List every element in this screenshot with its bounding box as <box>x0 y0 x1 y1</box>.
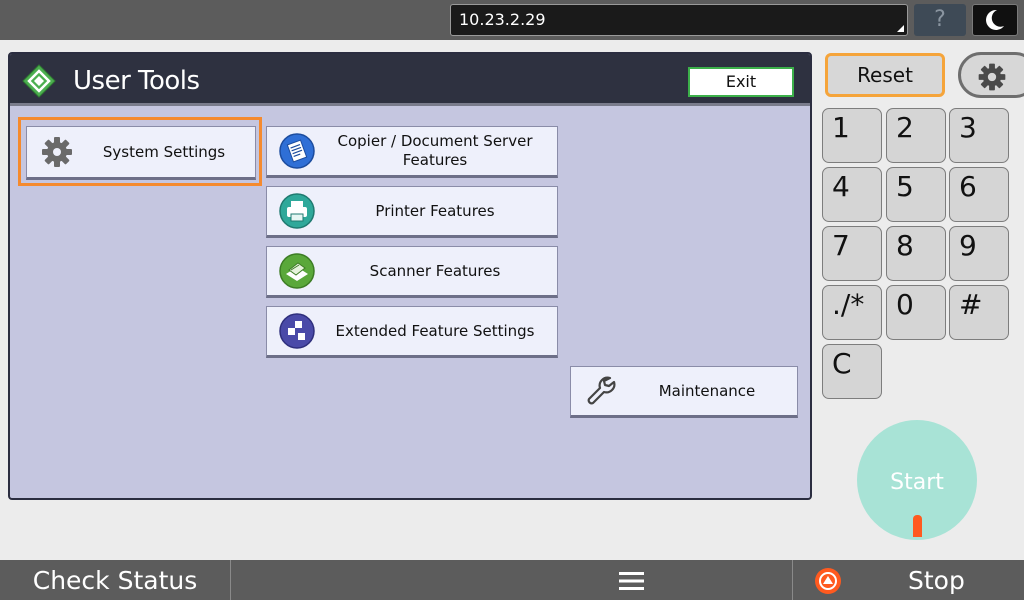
bottom-bar: Check Status Stop <box>0 560 1024 600</box>
key-6[interactable]: 6 <box>949 167 1009 222</box>
reset-button[interactable]: Reset <box>825 53 945 97</box>
start-indicator <box>913 515 922 537</box>
copier-label-line2: Features <box>402 151 468 169</box>
key-8[interactable]: 8 <box>886 226 946 281</box>
start-button[interactable]: Start <box>857 420 977 540</box>
copier-label-line1: Copier / Document Server <box>337 132 533 150</box>
scanner-icon <box>279 253 315 289</box>
key-dot-star[interactable]: ./* <box>822 285 882 340</box>
key-9[interactable]: 9 <box>949 226 1009 281</box>
panel-header: User Tools Exit <box>10 54 810 106</box>
stop-label: Stop <box>908 566 965 595</box>
key-2[interactable]: 2 <box>886 108 946 163</box>
key-5[interactable]: 5 <box>886 167 946 222</box>
key-1[interactable]: 1 <box>822 108 882 163</box>
moon-icon <box>986 9 1004 30</box>
selection-highlight <box>18 117 262 186</box>
printer-features-button[interactable]: Printer Features <box>266 186 558 238</box>
printer-icon <box>279 193 315 229</box>
key-0[interactable]: 0 <box>886 285 946 340</box>
sleep-button[interactable] <box>972 4 1018 36</box>
gear-icon <box>978 63 1006 91</box>
address-text: 10.23.2.29 <box>459 10 546 29</box>
key-hash[interactable]: # <box>949 285 1009 340</box>
maintenance-button[interactable]: Maintenance <box>570 366 798 418</box>
key-4[interactable]: 4 <box>822 167 882 222</box>
copier-features-button[interactable]: Copier / Document Server Features <box>266 126 558 178</box>
logo-icon <box>22 64 56 98</box>
extended-feature-settings-button[interactable]: Extended Feature Settings <box>266 306 558 358</box>
key-clear[interactable]: C <box>822 344 882 399</box>
stop-button[interactable]: Stop <box>792 560 1024 600</box>
dropdown-corner-icon <box>897 25 904 32</box>
top-bar: 10.23.2.29 ? <box>0 0 1024 40</box>
help-button[interactable]: ? <box>914 4 966 36</box>
settings-button[interactable] <box>958 52 1024 98</box>
extended-icon <box>279 313 315 349</box>
check-status-button[interactable]: Check Status <box>0 560 231 600</box>
key-3[interactable]: 3 <box>949 108 1009 163</box>
address-field[interactable]: 10.23.2.29 <box>450 4 908 36</box>
scanner-features-button[interactable]: Scanner Features <box>266 246 558 298</box>
key-7[interactable]: 7 <box>822 226 882 281</box>
stop-icon <box>815 568 841 594</box>
page-title: User Tools <box>73 66 200 96</box>
start-label: Start <box>890 470 944 495</box>
menu-icon[interactable] <box>619 571 644 591</box>
wrench-icon <box>587 376 616 405</box>
exit-button[interactable]: Exit <box>688 67 794 97</box>
copier-icon <box>279 133 315 169</box>
